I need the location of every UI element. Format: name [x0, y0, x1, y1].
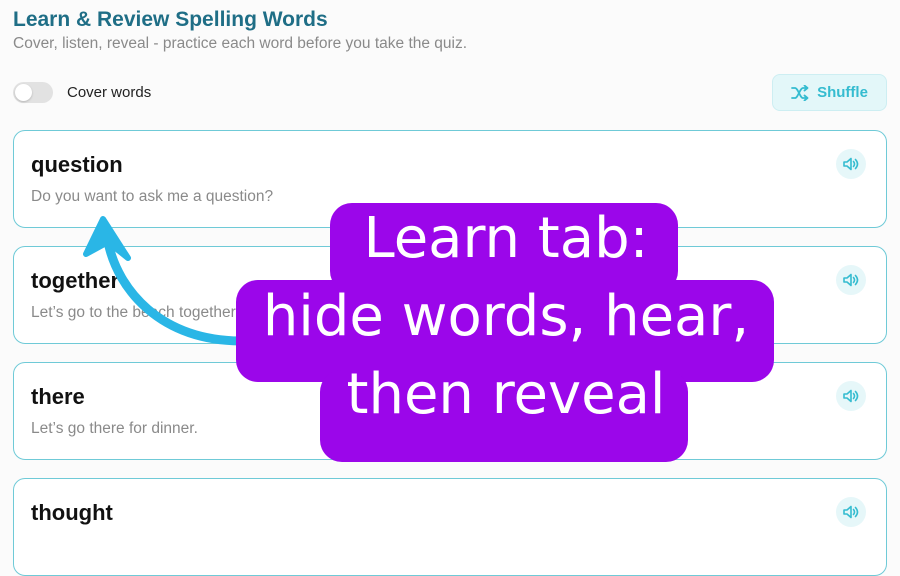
cover-words-toggle[interactable] [13, 82, 53, 103]
speaker-icon [843, 157, 859, 171]
word-card[interactable]: thought [13, 478, 887, 576]
toggle-knob [15, 84, 32, 101]
callout-line-3: then reveal [346, 362, 666, 427]
shuffle-label: Shuffle [817, 84, 868, 101]
word-text: thought [31, 500, 113, 525]
page-title: Learn & Review Spelling Words [13, 8, 328, 31]
word-text: together [31, 268, 119, 293]
cover-words-control: Cover words [13, 82, 151, 103]
play-audio-button[interactable] [836, 497, 866, 527]
cover-words-label: Cover words [67, 84, 152, 101]
play-audio-button[interactable] [836, 265, 866, 295]
speaker-icon [843, 505, 859, 519]
page-subtitle: Cover, listen, reveal - practice each wo… [13, 35, 468, 52]
play-audio-button[interactable] [836, 381, 866, 411]
word-text: question [31, 152, 123, 177]
callout-line-2: hide words, hear, [262, 284, 750, 349]
callout-line-1: Learn tab: [363, 206, 649, 271]
shuffle-button[interactable]: Shuffle [772, 74, 887, 111]
word-text: there [31, 384, 85, 409]
example-sentence: Let’s go to the beach together. [31, 304, 240, 321]
shuffle-icon [791, 84, 809, 101]
speaker-icon [843, 389, 859, 403]
callout-text: Learn tab: hide words, hear, then reveal [236, 200, 776, 434]
speaker-icon [843, 273, 859, 287]
example-sentence: Let’s go there for dinner. [31, 420, 198, 437]
learn-review-page: Learn & Review Spelling Words Cover, lis… [0, 0, 900, 576]
play-audio-button[interactable] [836, 149, 866, 179]
